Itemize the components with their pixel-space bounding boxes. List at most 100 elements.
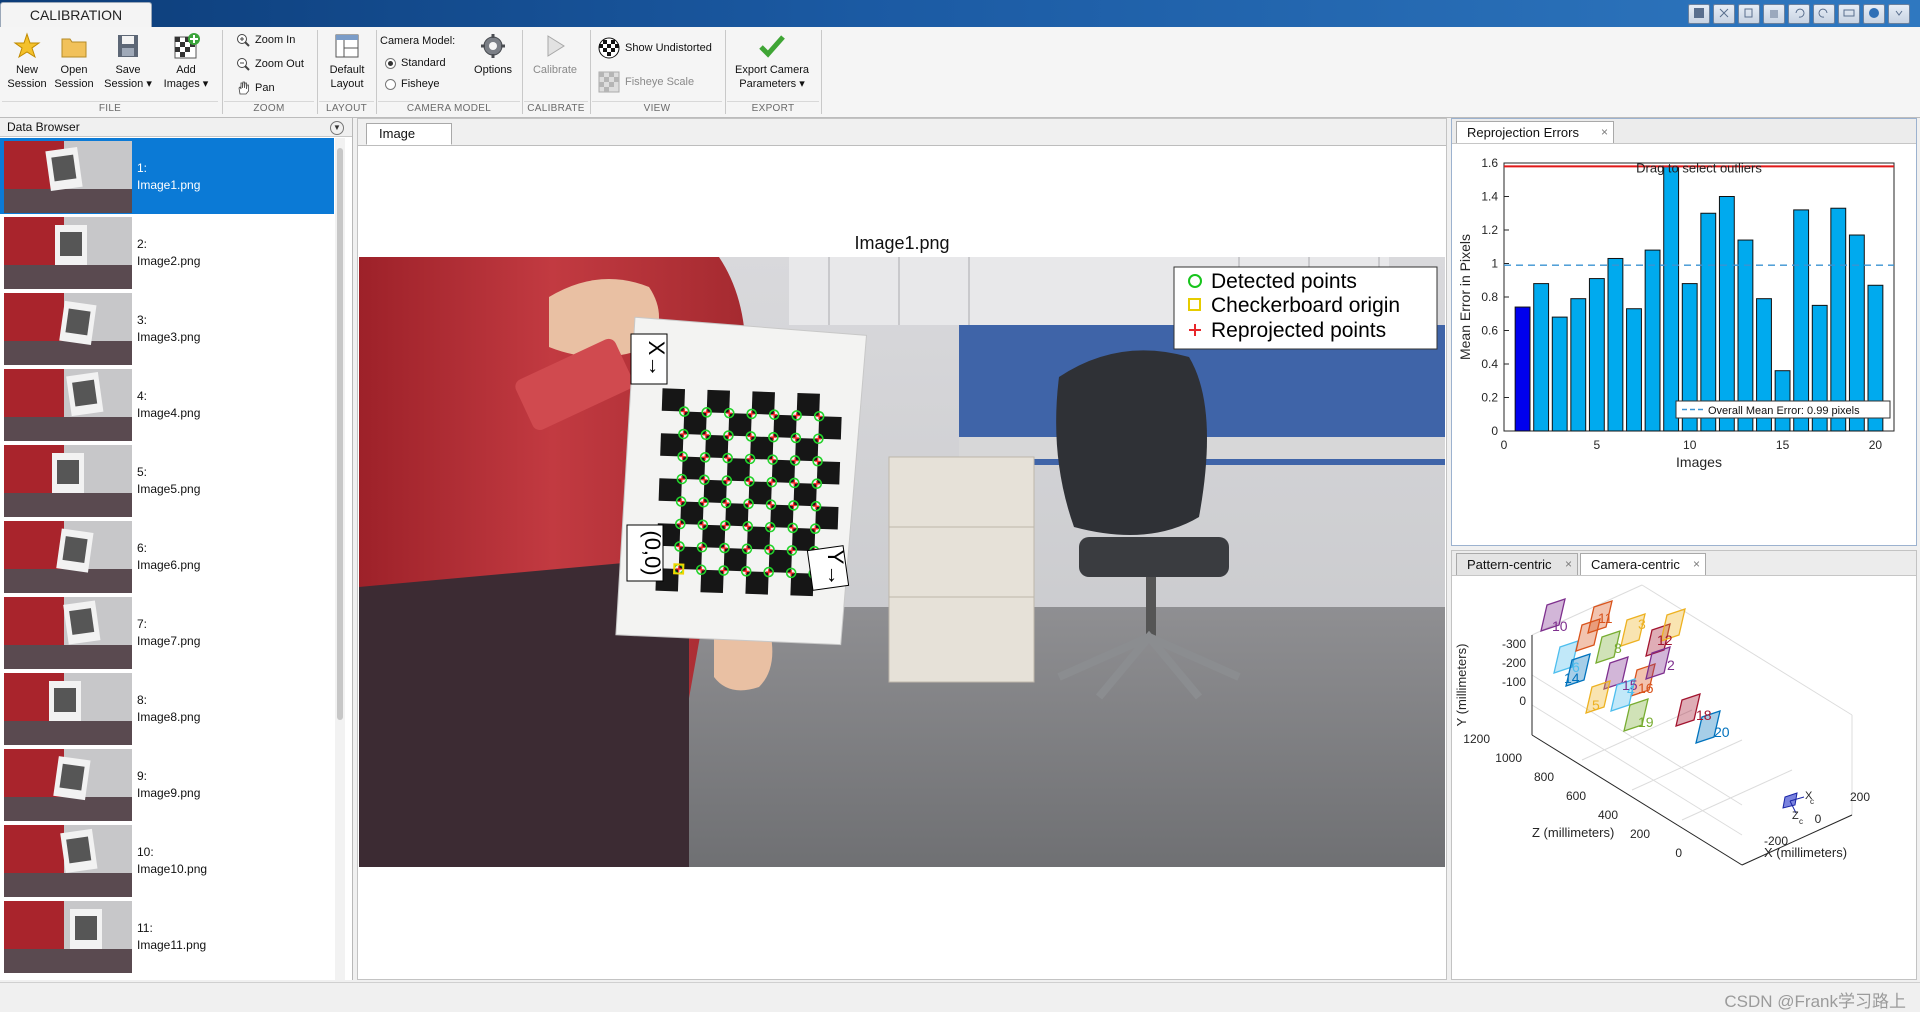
qa-cut-icon[interactable] [1713, 4, 1735, 24]
scrollbar-thumb[interactable] [337, 148, 343, 720]
extrinsics-3d-plot[interactable]: -300-200-1000120010008006004002000-20002… [1452, 575, 1916, 979]
calibration-image[interactable]: X→ (0,0) Y→ Detected points Checkerboard… [359, 257, 1445, 867]
qa-switch-window-icon[interactable] [1838, 4, 1860, 24]
y-tick-label: -100 [1502, 675, 1526, 689]
image-thumbnail [4, 445, 132, 517]
x-axis-label: X→ [630, 333, 669, 385]
item-number: 7: [137, 617, 148, 631]
open-session-button[interactable]: Open Session [53, 31, 95, 91]
list-item[interactable]: 4: Image4.png [0, 366, 334, 442]
show-undistorted-button[interactable]: Show Undistorted [598, 37, 712, 59]
item-filename: Image11.png [137, 938, 207, 952]
image-thumbnail [4, 901, 132, 973]
item-filename: Image1.png [137, 178, 201, 192]
radio-fisheye-indicator[interactable] [385, 78, 396, 90]
tab-reprojection-errors[interactable]: Reprojection Errors × [1456, 121, 1614, 143]
qa-save-icon[interactable] [1688, 4, 1710, 24]
bar[interactable] [1533, 283, 1550, 432]
qa-undo-icon[interactable] [1788, 4, 1810, 24]
qa-copy-icon[interactable] [1738, 4, 1760, 24]
save-session-button[interactable]: Save Session ▾ [104, 31, 152, 91]
item-filename: Image4.png [137, 406, 201, 420]
list-item[interactable]: 8: Image8.png [0, 670, 334, 746]
item-filename: Image8.png [137, 710, 201, 724]
save-dropdown-icon[interactable]: ▾ [146, 78, 152, 90]
pan-button[interactable]: Pan [236, 81, 275, 95]
tab-image[interactable]: Image [366, 123, 452, 145]
svg-text:X→: X→ [644, 341, 669, 378]
calibrate-button[interactable]: Calibrate [528, 31, 582, 77]
y-tick-label: 1.2 [1481, 223, 1498, 237]
new-session-button[interactable]: New Session [6, 31, 48, 91]
export-camera-parameters-button[interactable]: Export Camera Parameters ▾ [730, 31, 814, 91]
add-images-dropdown-icon[interactable]: ▾ [203, 78, 209, 90]
list-item[interactable]: 6: Image6.png [0, 518, 334, 594]
y-tick-label: 1.4 [1481, 190, 1498, 204]
item-number: 8: [137, 693, 148, 707]
svg-text:Y→: Y→ [823, 550, 848, 587]
qa-paste-icon[interactable] [1763, 4, 1785, 24]
radio-fisheye[interactable]: Fisheye [385, 78, 440, 90]
item-filename: Image7.png [137, 634, 201, 648]
fisheye-scale-button[interactable]: Fisheye Scale [598, 71, 694, 93]
y-tick-label: 1 [1491, 257, 1498, 271]
bar[interactable] [1626, 308, 1642, 432]
bar[interactable] [1588, 278, 1605, 432]
tab-pattern-centric[interactable]: Pattern-centric × [1456, 553, 1578, 575]
list-item[interactable]: 10: Image10.png [0, 822, 334, 898]
bar[interactable] [1793, 209, 1810, 432]
item-filename: Image5.png [137, 482, 201, 496]
zoom-in-button[interactable]: Zoom In [236, 33, 295, 47]
bar[interactable] [1607, 257, 1624, 432]
close-icon[interactable]: × [1565, 554, 1572, 575]
zoom-out-icon [237, 58, 250, 71]
y-tick-label: -300 [1502, 637, 1526, 651]
export-dropdown-icon[interactable]: ▾ [799, 78, 805, 90]
list-item[interactable]: 11: Image11.png [0, 898, 334, 974]
bar[interactable] [1514, 306, 1531, 432]
bar[interactable] [1551, 316, 1568, 432]
close-icon[interactable]: × [1601, 122, 1608, 143]
bar[interactable] [1663, 165, 1680, 432]
close-icon[interactable]: × [1693, 554, 1700, 575]
item-number: 9: [137, 769, 148, 783]
list-item[interactable]: 2: Image2.png [0, 214, 334, 290]
list-item[interactable]: 7: Image7.png [0, 594, 334, 670]
options-button[interactable]: Options [470, 31, 516, 77]
bar[interactable] [1570, 298, 1587, 432]
pattern-label: 3 [1638, 616, 1646, 632]
pattern-plane[interactable] [1575, 618, 1601, 652]
list-item[interactable]: 5: Image5.png [0, 442, 334, 518]
list-item[interactable]: 9: Image9.png [0, 746, 334, 822]
y-tick-label: 0.8 [1481, 290, 1498, 304]
tab-calibration[interactable]: CALIBRATION [0, 2, 152, 28]
qa-redo-icon[interactable] [1813, 4, 1835, 24]
item-number: 1: [137, 161, 148, 175]
item-number: 3: [137, 313, 148, 327]
bar[interactable] [1644, 249, 1661, 432]
qa-help-icon[interactable] [1863, 4, 1885, 24]
item-number: 10: [137, 845, 154, 859]
bar[interactable] [1718, 196, 1735, 432]
list-item[interactable]: 3: Image3.png [0, 290, 334, 366]
item-number: 5: [137, 465, 148, 479]
bar[interactable] [1700, 212, 1717, 432]
tab-camera-centric[interactable]: Camera-centric × [1580, 553, 1706, 575]
pattern-label: 8 [1614, 640, 1622, 656]
x-tick-label: 10 [1683, 438, 1697, 452]
radio-standard-indicator[interactable] [385, 57, 396, 69]
qa-expand-icon[interactable] [1888, 4, 1910, 24]
section-label-zoom: ZOOM [224, 101, 314, 116]
radio-standard[interactable]: Standard [385, 57, 446, 69]
default-layout-button[interactable]: Default Layout [322, 31, 372, 91]
list-item[interactable]: 1: Image1.png [0, 138, 334, 214]
gear-icon [477, 31, 509, 61]
collapse-icon[interactable]: ▼ [330, 121, 344, 135]
bar[interactable] [1830, 207, 1847, 432]
mean-legend-label: Overall Mean Error: 0.99 pixels [1708, 405, 1860, 417]
reprojection-error-chart[interactable]: 0 0.2 0.4 0.6 0.8 1 1.2 1.4 1.6 0 5 10 15 20 Drag to s… [1452, 143, 1916, 545]
zoom-out-button[interactable]: Zoom Out [236, 57, 304, 71]
y-axis-label: Y→ [806, 545, 850, 591]
pattern-label: 11 [1598, 610, 1613, 626]
add-images-button[interactable]: Add Images ▾ [160, 31, 212, 91]
